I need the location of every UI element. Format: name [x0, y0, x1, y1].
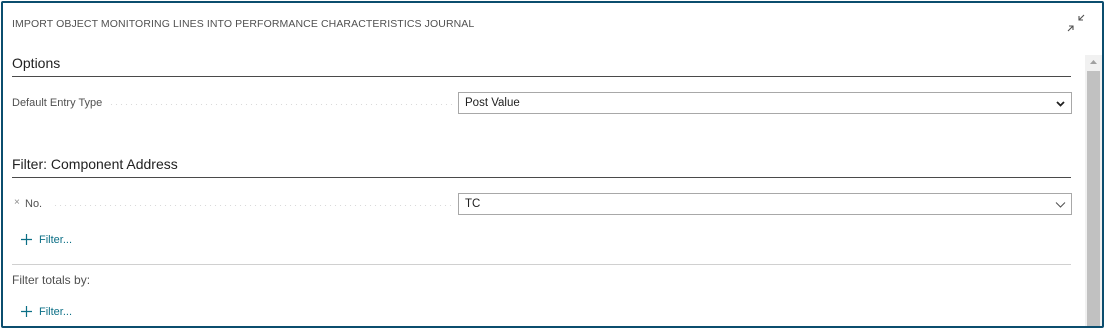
- filter-component-divider: [12, 177, 1071, 178]
- options-divider: [12, 76, 1071, 77]
- add-filter-totals-label: Filter...: [39, 305, 73, 318]
- add-filter-totals-button[interactable]: Filter...: [20, 305, 72, 318]
- plus-icon: [21, 306, 32, 317]
- dialog-content: Options Default Entry Type Post Value Fi…: [3, 43, 1083, 326]
- no-field-label: No.: [25, 198, 47, 210]
- remove-filter-icon[interactable]: ×: [14, 197, 20, 208]
- no-field-value: TC: [465, 198, 481, 210]
- filter-totals-label: Filter totals by:: [12, 273, 91, 287]
- dialog-title: IMPORT OBJECT MONITORING LINES INTO PERF…: [12, 18, 475, 30]
- chevron-down-icon: [1056, 101, 1065, 107]
- filter-component-header: Filter: Component Address: [12, 156, 178, 172]
- scroll-up-icon[interactable]: [1085, 55, 1102, 69]
- add-filter-button[interactable]: Filter...: [20, 233, 72, 246]
- leader-dots: [109, 104, 453, 105]
- scrollbar-thumb[interactable]: [1087, 71, 1100, 326]
- no-field-select[interactable]: TC: [458, 193, 1072, 215]
- add-filter-label: Filter...: [39, 233, 73, 246]
- default-entry-type-value: Post Value: [465, 97, 520, 109]
- chevron-down-icon: [1055, 202, 1066, 208]
- default-entry-type-label: Default Entry Type: [12, 97, 107, 109]
- import-dialog: IMPORT OBJECT MONITORING LINES INTO PERF…: [1, 1, 1104, 328]
- dialog-title-bar: IMPORT OBJECT MONITORING LINES INTO PERF…: [3, 3, 1102, 43]
- plus-icon: [21, 234, 32, 245]
- default-entry-type-select[interactable]: Post Value: [458, 92, 1072, 114]
- leader-dots: [53, 205, 453, 206]
- options-header: Options: [12, 55, 61, 71]
- filter-totals-divider: [12, 264, 1071, 265]
- vertical-scrollbar[interactable]: [1085, 55, 1102, 326]
- collapse-icon[interactable]: [1066, 13, 1086, 33]
